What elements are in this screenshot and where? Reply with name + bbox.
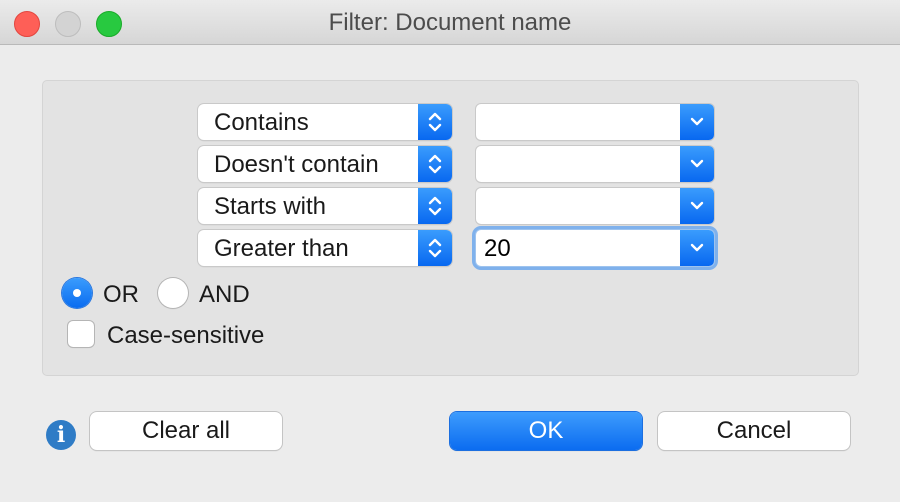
or-label[interactable]: OR <box>103 281 139 309</box>
case-sensitive-checkbox[interactable] <box>68 321 94 347</box>
ok-button[interactable]: OK <box>450 412 642 450</box>
value-combo-4[interactable]: 20 <box>476 230 714 266</box>
and-radio[interactable] <box>158 278 188 308</box>
or-radio[interactable] <box>62 278 92 308</box>
value-combo-2[interactable] <box>476 146 714 182</box>
clear-all-button[interactable]: Clear all <box>90 412 282 450</box>
title-bar: Filter: Document name <box>0 0 900 45</box>
operator-label: Contains <box>214 109 309 136</box>
chevron-down-icon[interactable] <box>680 188 714 224</box>
window-title: Filter: Document name <box>328 9 572 36</box>
chevron-down-icon[interactable] <box>680 146 714 182</box>
operator-label: Starts with <box>214 193 327 220</box>
info-icon[interactable]: i <box>46 420 76 450</box>
operator-label: Greater than <box>214 235 349 262</box>
case-sensitive-label[interactable]: Case-sensitive <box>107 322 264 350</box>
chevron-down-icon[interactable] <box>680 104 714 140</box>
operator-select-4[interactable]: Greater than <box>198 230 452 266</box>
up-down-chevron-icon <box>418 146 452 182</box>
and-label[interactable]: AND <box>199 281 250 309</box>
value-combo-1[interactable] <box>476 104 714 140</box>
chevron-down-icon[interactable] <box>680 230 714 266</box>
operator-select-2[interactable]: Doesn't contain <box>198 146 452 182</box>
cancel-button[interactable]: Cancel <box>658 412 850 450</box>
operator-select-3[interactable]: Starts with <box>198 188 452 224</box>
up-down-chevron-icon <box>418 104 452 140</box>
up-down-chevron-icon <box>418 188 452 224</box>
up-down-chevron-icon <box>418 230 452 266</box>
value-combo-3[interactable] <box>476 188 714 224</box>
operator-select-1[interactable]: Contains <box>198 104 452 140</box>
value-text[interactable]: 20 <box>484 235 511 263</box>
operator-label: Doesn't contain <box>214 151 379 178</box>
